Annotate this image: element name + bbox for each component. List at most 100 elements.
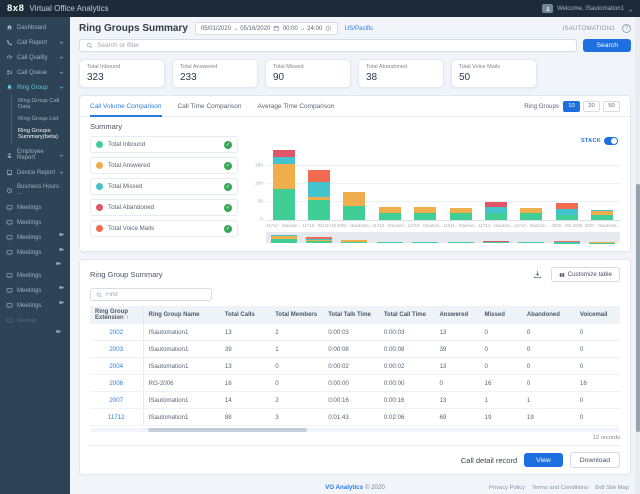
legend-item-total-inbound[interactable]: Total Inbound✓ [90, 136, 238, 153]
column-header-voicemail[interactable]: Voicemail [575, 306, 620, 324]
sidebar-item-meetings[interactable]: Meetings [0, 230, 70, 245]
sidebar-item-label: Call Report [17, 40, 47, 46]
stack-toggle[interactable] [604, 137, 618, 145]
footer-copyright-text: © 2020 [365, 484, 385, 491]
download-icon[interactable] [533, 270, 542, 279]
column-header-total-talk-time[interactable]: Total Talk Time [323, 306, 379, 324]
column-header-ring-group-name[interactable]: Ring Group Name [143, 306, 220, 324]
footer-link-terms-and-conditions[interactable]: Terms and Conditions [532, 485, 588, 491]
horizontal-scrollbar[interactable] [90, 428, 620, 432]
sidebar-item-dashboard[interactable]: Dashboard [0, 20, 70, 35]
legend-item-total-abandoned[interactable]: Total Abandoned✓ [90, 199, 238, 216]
view-button[interactable]: View [524, 453, 563, 467]
sidebar-item-meetings[interactable]: Meetings [0, 245, 70, 260]
tab-average-time-comparison[interactable]: Average Time Comparison [257, 96, 334, 117]
table-row: 11712ISautomation18830:01:430:02:0669191… [90, 409, 620, 426]
sort-asc-icon[interactable]: ↑ [126, 315, 129, 321]
ring-groups-option-50[interactable]: 50 [603, 101, 620, 112]
column-header-abandoned[interactable]: Abandoned [522, 306, 575, 324]
extension-link[interactable]: 2007 [90, 392, 143, 409]
chart-bar-2003-isautoma[interactable] [343, 192, 365, 220]
search-button[interactable]: Search [583, 39, 631, 52]
chart-bar-11710-isautom[interactable] [379, 207, 401, 220]
check-icon[interactable]: ✓ [224, 183, 232, 191]
chart-bar-11611-isautom[interactable] [450, 208, 472, 220]
legend-item-total-voice-mails[interactable]: Total Voice Mails✓ [90, 220, 238, 237]
legend-item-total-missed[interactable]: Total Missed✓ [90, 178, 238, 195]
chart-bar-11718-rg11718[interactable] [308, 170, 330, 220]
camera-icon [59, 232, 64, 237]
ring-groups-option-10[interactable]: 10 [563, 101, 580, 112]
sidebar-item-meetings[interactable]: Meetings [0, 283, 70, 298]
footer-brand-link[interactable]: VO Analytics [325, 484, 363, 491]
sidebar-item-call-report[interactable]: Call Report [0, 35, 70, 50]
column-header-missed[interactable]: Missed [480, 306, 522, 324]
cell: 0:00:02 [379, 358, 435, 375]
column-header-ring-group-extension[interactable]: Ring Group Extension↑ [90, 306, 143, 324]
chart-bar-2006-rg-2006[interactable] [556, 203, 578, 220]
vertical-scrollbar[interactable] [635, 17, 640, 494]
column-header-total-members[interactable]: Total Members [270, 306, 323, 324]
legend-item-total-answered[interactable]: Total Answered✓ [90, 157, 238, 174]
extension-link[interactable]: 2004 [90, 358, 143, 375]
chart-bar-11714-isautom[interactable] [485, 202, 507, 221]
topbar-user-menu[interactable]: Welcome, ISautomation1 [542, 0, 633, 18]
chevron-down-icon [59, 70, 64, 75]
tab-call-time-comparison[interactable]: Call Time Comparison [178, 96, 242, 117]
cell: 0 [575, 409, 620, 426]
column-header-answered[interactable]: Answered [434, 306, 479, 324]
sidebar-item-call-queue[interactable]: Call Queue [0, 65, 70, 80]
sidebar-item-ring-group[interactable]: Ring Group [0, 80, 70, 95]
chart-bar-11712-isautom[interactable] [273, 150, 295, 220]
check-icon[interactable]: ✓ [224, 162, 232, 170]
column-header-total-call-time[interactable]: Total Call Time [379, 306, 435, 324]
date-range-picker[interactable]: 05/01/2020 → 05/16/2020 00:00 → 24:00 [195, 22, 338, 36]
cell: 19 [522, 409, 575, 426]
sidebar-item-call-quality[interactable]: Call Quality [0, 50, 70, 65]
extension-link[interactable]: 2003 [90, 341, 143, 358]
check-icon[interactable]: ✓ [224, 204, 232, 212]
find-box[interactable] [90, 288, 212, 301]
cell: 0 [522, 358, 575, 375]
footer-link-8x8-site-map[interactable]: 8x8 Site Map [595, 485, 629, 491]
check-icon[interactable]: ✓ [224, 141, 232, 149]
sidebar-subitem-ring-group-list[interactable]: Ring Group List [12, 113, 70, 125]
chart-bar-11713-isautom[interactable] [520, 208, 542, 220]
tab-call-volume-comparison[interactable]: Call Volume Comparison [90, 96, 162, 117]
column-header-total-calls[interactable]: Total Calls [220, 306, 270, 324]
sidebar-subitem-ring-group-call-data[interactable]: Ring Group Call Data [12, 95, 70, 113]
x-axis-label: 11712 - ISautom... [266, 221, 301, 228]
vertical-scrollbar-thumb[interactable] [636, 184, 640, 432]
download-button[interactable]: Download [570, 452, 620, 468]
extension-link[interactable]: 2002 [90, 324, 143, 341]
search-box[interactable] [79, 39, 577, 52]
sidebar-item-employee-report[interactable]: Employee Report [0, 145, 70, 165]
sidebar-item-meetings[interactable]: Meetings [0, 298, 70, 313]
customize-table-button[interactable]: Customize table [551, 267, 620, 282]
horizontal-scrollbar-thumb[interactable] [148, 428, 307, 432]
find-input[interactable] [106, 292, 206, 298]
timezone-link[interactable]: US/Pacific [345, 25, 374, 32]
help-icon[interactable]: ? [622, 24, 631, 33]
ring-group-summary-table: Ring Group Extension↑Ring Group NameTota… [90, 306, 620, 426]
search-input[interactable] [97, 42, 570, 49]
ring-groups-option-20[interactable]: 20 [583, 101, 600, 112]
sidebar-item-meetings[interactable]: Meetings [0, 313, 70, 328]
sidebar-item-device-report[interactable]: Device Report [0, 165, 70, 180]
sidebar-subitem-ring-groups-summary-beta[interactable]: Ring Groups Summary(beta) [12, 125, 70, 143]
check-icon[interactable]: ✓ [224, 225, 232, 233]
legend-label: Total Voice Mails [108, 225, 224, 232]
extension-link[interactable]: 11712 [90, 409, 143, 426]
extension-link[interactable]: 2006 [90, 375, 143, 392]
chart-overview-strip[interactable] [266, 232, 620, 243]
chart-bar-2007-isautoma[interactable] [591, 210, 613, 220]
overview-bar [483, 241, 509, 243]
chart-bar-11719-isautom[interactable] [414, 207, 436, 220]
sidebar-item-meetings[interactable]: Meetings [0, 215, 70, 230]
sidebar-item-business-hours[interactable]: Business Hours ... [0, 180, 70, 200]
sidebar-item-meetings[interactable]: Meetings [0, 268, 70, 283]
stat-card-total-missed: Total Missed90 [265, 59, 351, 88]
cell: ISautomation1 [143, 358, 220, 375]
sidebar-item-meetings[interactable]: Meetings [0, 200, 70, 215]
footer-link-privacy-policy[interactable]: Privacy Policy [489, 485, 525, 491]
